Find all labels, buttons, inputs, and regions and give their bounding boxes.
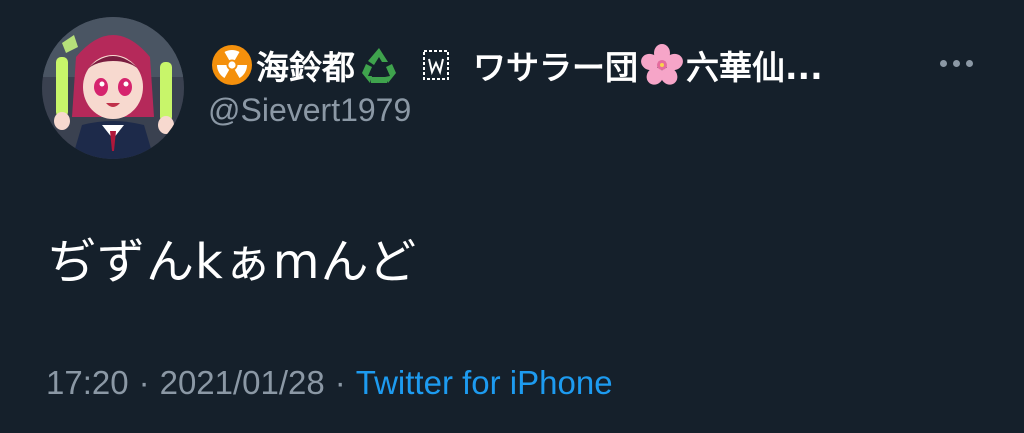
more-icon-dot <box>965 59 973 67</box>
meta-separator: · <box>138 364 150 401</box>
tweet-meta: 17:20 · 2021/01/28 · Twitter for iPhone <box>46 364 613 402</box>
tweet-card: 海鈴都 ワサラー団 六華仙... @Sievert1979 ぢずんkぁmんど 1… <box>0 0 1024 433</box>
display-name[interactable]: 海鈴都 ワサラー団 六華仙... <box>208 38 908 92</box>
radioactive-icon <box>210 43 254 87</box>
meta-separator: · <box>334 364 346 401</box>
more-icon <box>939 59 947 67</box>
display-name-part-2: ワサラー団 <box>473 48 638 87</box>
cherry-blossom-icon <box>640 43 684 87</box>
tweet-text: ぢずんkぁmんど <box>48 234 418 290</box>
more-icon-dot <box>952 59 960 67</box>
more-button[interactable] <box>932 48 980 78</box>
tweet-source-link[interactable]: Twitter for iPhone <box>356 364 613 401</box>
username[interactable]: @Sievert1979 <box>208 92 411 129</box>
tweet-time[interactable]: 17:20 <box>46 364 129 401</box>
avatar[interactable] <box>42 17 184 159</box>
display-name-part-3: 六華仙... <box>686 48 823 87</box>
tweet-date[interactable]: 2021/01/28 <box>160 364 325 401</box>
recycle-icon <box>357 43 401 87</box>
display-name-part-1: 海鈴都 <box>256 48 355 87</box>
w-box-icon <box>421 48 451 82</box>
